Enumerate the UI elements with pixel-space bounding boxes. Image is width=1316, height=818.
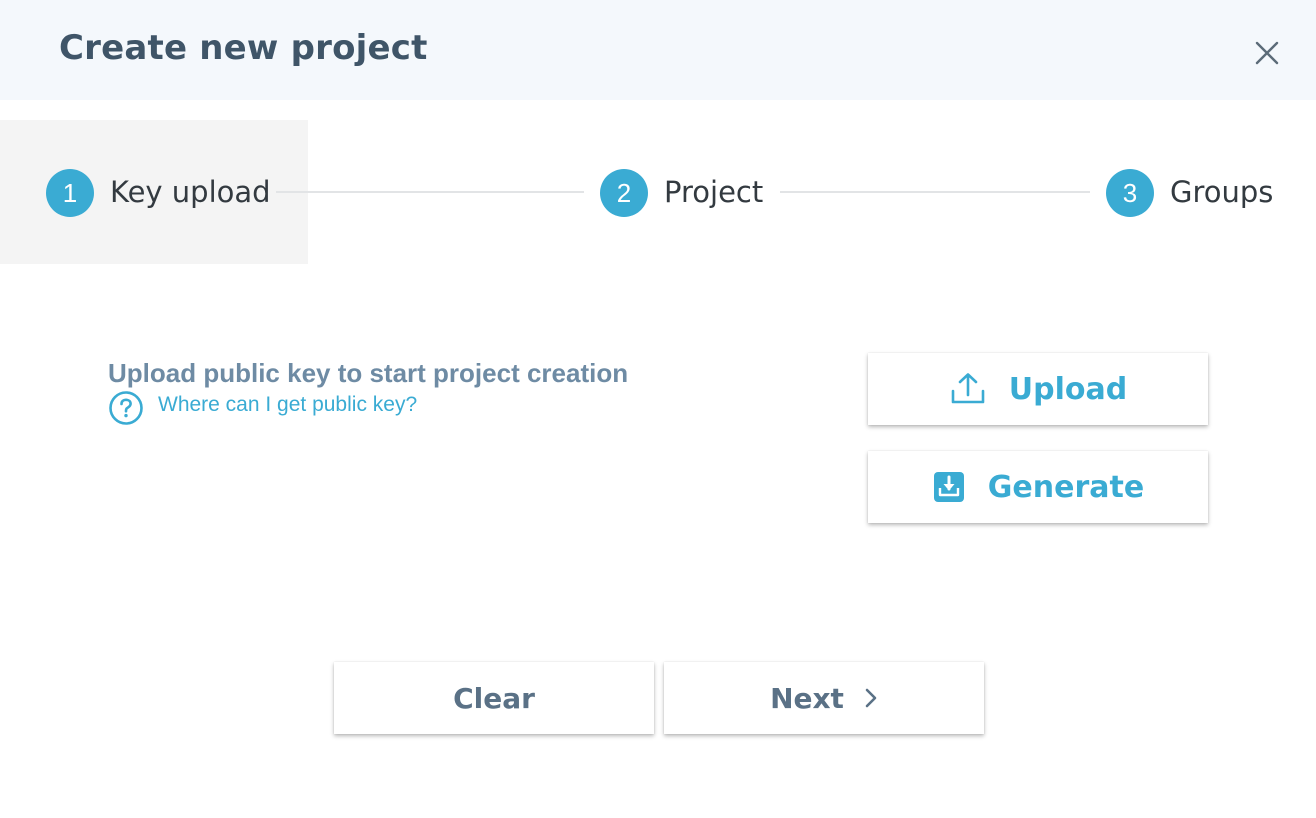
create-project-dialog: Create new project 1 Key upload 2 Projec…	[0, 0, 1316, 818]
generate-button-label: Generate	[987, 469, 1145, 505]
chevron-right-icon	[864, 687, 878, 709]
close-button[interactable]	[1250, 36, 1284, 70]
step-label: Key upload	[110, 175, 271, 209]
upload-button-label: Upload	[1008, 371, 1128, 407]
close-icon	[1255, 41, 1279, 65]
next-button[interactable]: Next	[664, 662, 984, 734]
step-label: Groups	[1170, 175, 1274, 209]
download-box-icon	[933, 472, 964, 502]
help-link-text[interactable]: Where can I get public key?	[158, 393, 417, 417]
step-connector	[780, 191, 1090, 193]
question-circle-icon	[109, 391, 143, 425]
next-button-label: Next	[770, 681, 844, 715]
dialog-header: Create new project	[0, 0, 1316, 100]
step-number-badge: 3	[1106, 169, 1154, 217]
step-connector	[276, 191, 584, 193]
dialog-title: Create new project	[59, 28, 428, 68]
clear-button-label: Clear	[453, 681, 535, 715]
upload-heading: Upload public key to start project creat…	[108, 358, 629, 388]
step-number-badge: 1	[46, 169, 94, 217]
step-label: Project	[664, 175, 764, 209]
public-key-help-link[interactable]: Where can I get public key?	[108, 390, 417, 426]
step-number-badge: 2	[600, 169, 648, 217]
generate-button[interactable]: Generate	[868, 451, 1208, 523]
clear-button[interactable]: Clear	[334, 662, 654, 734]
upload-button[interactable]: Upload	[868, 353, 1208, 425]
upload-icon	[951, 373, 985, 404]
